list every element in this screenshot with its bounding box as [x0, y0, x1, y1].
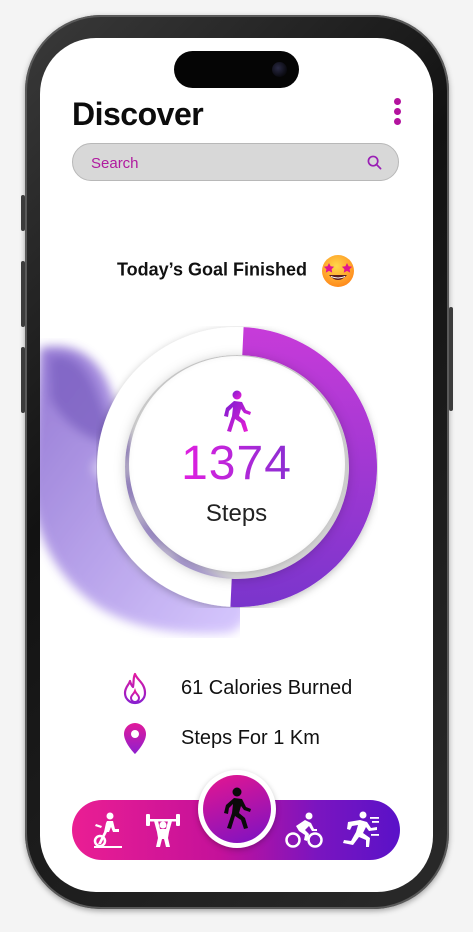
kebab-menu-icon[interactable] — [391, 98, 403, 130]
search-bar — [72, 143, 399, 182]
goal-status: Today’s Goal Finished — [40, 252, 433, 288]
cycling-icon[interactable] — [284, 810, 324, 850]
distance-stat: Steps For 1 Km — [120, 722, 420, 756]
steps-count: 1374 — [181, 437, 292, 490]
goal-text: Today’s Goal Finished — [116, 259, 307, 280]
power-button — [449, 307, 453, 411]
running-icon[interactable] — [340, 810, 380, 850]
weightlifting-icon[interactable] — [143, 810, 183, 850]
action-button — [21, 195, 25, 231]
calories-label: 61 Calories Burned — [181, 677, 353, 699]
volume-down-button — [21, 347, 25, 413]
walking-icon — [224, 390, 251, 432]
dynamic-island — [174, 51, 299, 88]
exercise-bike-icon[interactable] — [88, 810, 128, 850]
star-struck-emoji-icon — [322, 255, 355, 287]
location-pin-icon — [124, 723, 146, 754]
app-screen: Discover Today’s Goal Finished — [40, 38, 433, 892]
camera-icon — [272, 62, 287, 77]
walking-icon — [224, 787, 251, 829]
search-icon[interactable] — [367, 155, 382, 170]
volume-up-button — [21, 261, 25, 327]
walk-mode-button-core — [203, 775, 271, 843]
flame-icon — [123, 672, 147, 705]
steps-label: Steps — [205, 500, 268, 527]
calories-stat: 61 Calories Burned — [120, 672, 420, 706]
walk-mode-button[interactable] — [198, 770, 276, 848]
distance-label: Steps For 1 Km — [181, 727, 320, 749]
search-input[interactable] — [89, 144, 353, 182]
page-title: Discover — [72, 96, 204, 132]
